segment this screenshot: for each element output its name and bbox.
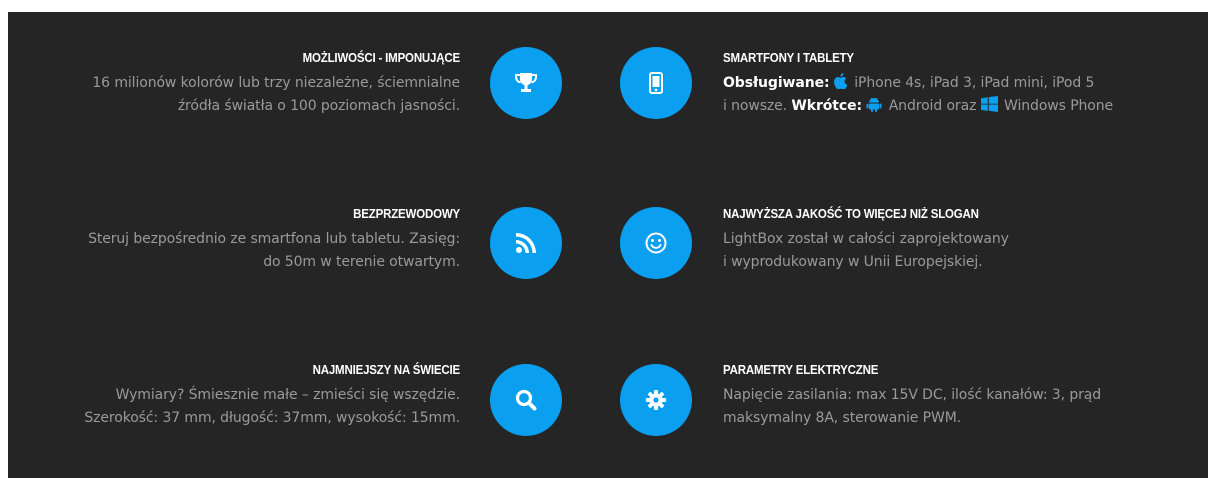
gear-icon <box>646 390 666 410</box>
feature-description: 16 milionów kolorów lub trzy niezależne,… <box>92 75 460 114</box>
feature-quality: NAJWYŻSZA JAKOŚĆ TO WIĘCEJ NIŻ SLOGAN Li… <box>723 207 1193 274</box>
smartphone-icon <box>649 72 663 94</box>
feature-wireless: BEZPRZEWODOWY Steruj bezpośrednio ze sma… <box>8 207 460 274</box>
smiley-icon-circle <box>620 207 692 279</box>
android-icon <box>866 97 882 112</box>
supported-label: Obsługiwane: <box>723 75 830 91</box>
rss-icon-circle <box>490 207 562 279</box>
smiley-icon <box>645 232 667 254</box>
feature-smallest: NAJMNIEJSZY NA ŚWIECIE Wymiary? Śmieszni… <box>8 363 460 430</box>
trophy-icon-circle <box>490 47 562 119</box>
feature-devices: SMARTFONY I TABLETY Obsługiwane: iPhone … <box>723 51 1193 118</box>
feature-description: Obsługiwane: iPhone 4s, iPad 3, iPad min… <box>723 73 1114 114</box>
feature-title: SMARTFONY I TABLETY <box>723 51 854 65</box>
trophy-icon <box>515 73 537 92</box>
feature-description: LightBox został w całości zaprojektowany… <box>723 231 1009 270</box>
feature-description: Napięcie zasilania: max 15V DC, ilość ka… <box>723 387 1102 426</box>
feature-title: NAJWYŻSZA JAKOŚĆ TO WIĘCEJ NIŻ SLOGAN <box>723 207 979 221</box>
apple-icon <box>833 73 848 89</box>
feature-title: NAJMNIEJSZY NA ŚWIECIE <box>312 363 461 377</box>
windows-text: Windows Phone <box>1004 98 1114 114</box>
rss-icon <box>516 233 536 253</box>
smartphone-icon-circle <box>620 47 692 119</box>
feature-description: Steruj bezpośrednio ze smartfona lub tab… <box>88 231 460 270</box>
feature-title: BEZPRZEWODOWY <box>353 207 460 221</box>
feature-title: MOŻLIWOŚCI - IMPONUJĄCE <box>302 51 461 65</box>
feature-description: Wymiary? Śmiesznie małe – zmieści się ws… <box>84 387 460 426</box>
android-text: Android oraz <box>888 98 977 114</box>
gear-icon-circle <box>620 364 692 436</box>
windows-icon <box>980 96 998 112</box>
features-panel: MOŻLIWOŚCI - IMPONUJĄCE 16 milionów kolo… <box>8 12 1208 478</box>
soon-label: Wkrótce: <box>791 98 862 114</box>
feature-title: PARAMETRY ELEKTRYCZNE <box>723 363 879 377</box>
search-icon-circle <box>490 364 562 436</box>
search-icon <box>515 389 537 411</box>
supported-devices: iPhone 4s, iPad 3, iPad mini, iPod 5 <box>854 75 1095 91</box>
feature-possibilities: MOŻLIWOŚCI - IMPONUJĄCE 16 milionów kolo… <box>8 51 460 118</box>
feature-electrical: PARAMETRY ELEKTRYCZNE Napięcie zasilania… <box>723 363 1193 430</box>
